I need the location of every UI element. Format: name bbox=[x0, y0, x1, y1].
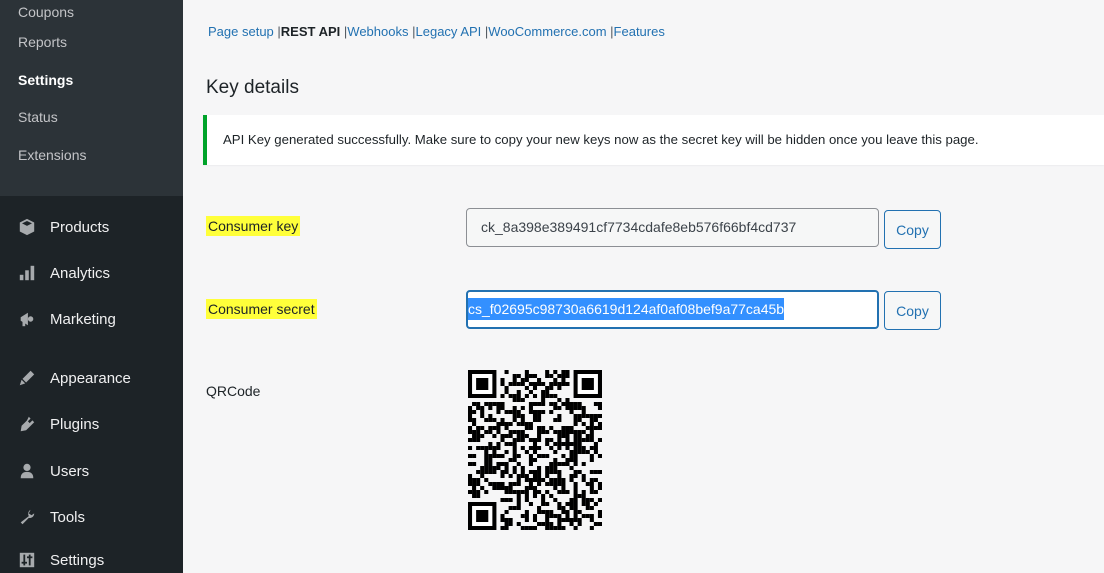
consumer-secret-label: Consumer secret bbox=[206, 299, 317, 319]
submenu-item-extensions[interactable]: Extensions bbox=[0, 137, 183, 175]
tab-features[interactable]: Features bbox=[614, 24, 665, 39]
admin-sidebar: Coupons Reports Settings Status Extensio… bbox=[0, 0, 183, 573]
marketing-icon bbox=[16, 308, 38, 330]
woocommerce-submenu: Coupons Reports Settings Status Extensio… bbox=[0, 0, 183, 196]
success-notice: API Key generated successfully. Make sur… bbox=[203, 115, 1104, 165]
consumer-key-field[interactable]: ck_8a398e389491cf7734cdafe8eb576f66bf4cd… bbox=[466, 208, 879, 247]
highlight-mark: Consumer key bbox=[206, 216, 301, 236]
highlight-mark: Consumer secret bbox=[206, 299, 317, 319]
sidebar-item-label: Settings bbox=[50, 551, 105, 569]
analytics-icon bbox=[16, 262, 38, 284]
tab-legacy-api[interactable]: Legacy API bbox=[416, 24, 482, 39]
sidebar-item-appearance[interactable]: Appearance bbox=[0, 358, 183, 398]
tab-woocommerce-com[interactable]: WooCommerce.com bbox=[488, 24, 606, 39]
sidebar-item-users[interactable]: Users bbox=[0, 451, 183, 491]
products-icon bbox=[16, 216, 38, 238]
appearance-icon bbox=[16, 367, 38, 389]
sidebar-item-analytics[interactable]: Analytics bbox=[0, 253, 183, 293]
page-title: Key details bbox=[206, 77, 299, 98]
sidebar-item-plugins[interactable]: Plugins bbox=[0, 404, 183, 444]
copy-consumer-key-button[interactable]: Copy bbox=[884, 210, 941, 249]
settings-subnav: Page setup |REST API |Webhooks |Legacy A… bbox=[208, 24, 665, 39]
sidebar-item-products[interactable]: Products bbox=[0, 207, 183, 247]
qr-code-image bbox=[468, 370, 602, 530]
copy-consumer-secret-button[interactable]: Copy bbox=[884, 291, 941, 330]
selected-text: cs_f02695c98730a6619d124af0af08bef9a77ca… bbox=[468, 298, 785, 320]
main-content: Page setup |REST API |Webhooks |Legacy A… bbox=[183, 0, 1104, 573]
sidebar-item-label: Plugins bbox=[50, 415, 100, 433]
submenu-item-coupons[interactable]: Coupons bbox=[0, 0, 183, 24]
sidebar-item-label: Appearance bbox=[50, 369, 131, 387]
submenu-item-reports[interactable]: Reports bbox=[0, 24, 183, 62]
tab-rest-api[interactable]: REST API bbox=[281, 24, 340, 39]
settings-icon bbox=[16, 549, 38, 571]
sidebar-item-settings[interactable]: Settings bbox=[0, 540, 183, 573]
sidebar-item-tools[interactable]: Tools bbox=[0, 497, 183, 537]
sidebar-item-label: Users bbox=[50, 462, 90, 480]
tools-icon bbox=[16, 506, 38, 528]
tab-webhooks[interactable]: Webhooks bbox=[347, 24, 408, 39]
sidebar-item-label: Products bbox=[50, 218, 110, 236]
consumer-key-label: Consumer key bbox=[206, 216, 301, 236]
submenu-item-settings[interactable]: Settings bbox=[0, 62, 183, 100]
sidebar-item-marketing[interactable]: Marketing bbox=[0, 299, 183, 339]
tab-page-setup[interactable]: Page setup bbox=[208, 24, 274, 39]
qrcode-label: QRCode bbox=[206, 383, 261, 399]
submenu-item-status[interactable]: Status bbox=[0, 99, 183, 137]
users-icon bbox=[16, 460, 38, 482]
sidebar-item-label: Marketing bbox=[50, 310, 116, 328]
sidebar-item-label: Analytics bbox=[50, 264, 111, 282]
plugins-icon bbox=[16, 413, 38, 435]
sidebar-item-label: Tools bbox=[50, 508, 86, 526]
consumer-secret-field[interactable]: cs_f02695c98730a6619d124af0af08bef9a77ca… bbox=[466, 290, 879, 329]
